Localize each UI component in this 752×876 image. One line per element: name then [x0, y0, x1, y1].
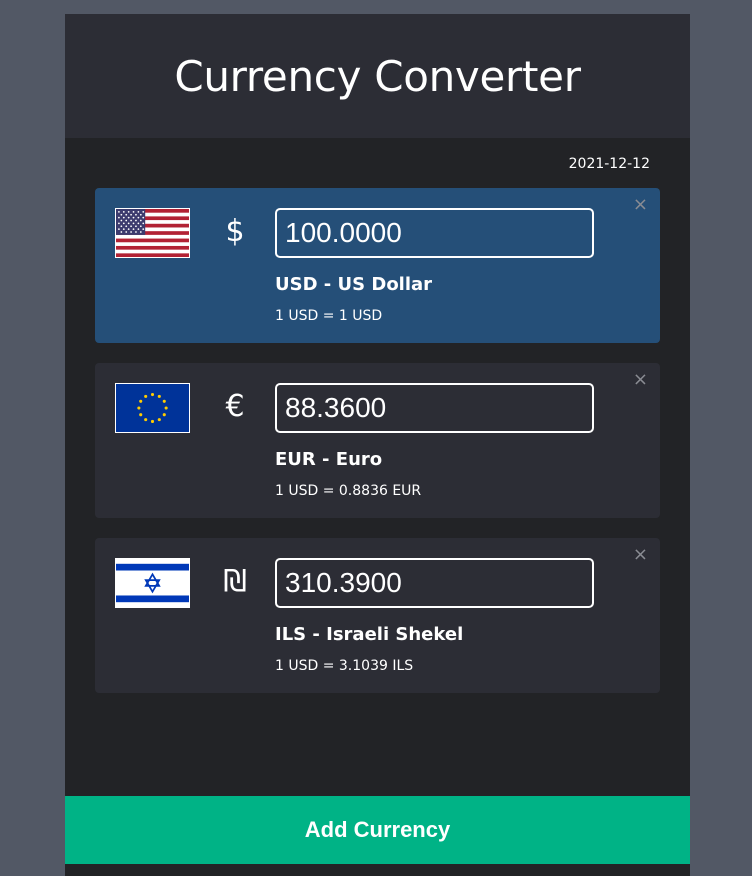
amount-input-ils[interactable] [275, 558, 594, 608]
page-title: Currency Converter [174, 51, 581, 101]
close-icon[interactable]: × [633, 196, 648, 214]
currency-symbol: € [225, 389, 245, 424]
amount-input-eur[interactable] [275, 383, 594, 433]
israel-flag-icon [115, 558, 190, 608]
exchange-rate: 1 USD = 0.8836 EUR [275, 483, 422, 499]
currency-name: EUR - Euro [275, 449, 383, 470]
exchange-rate: 1 USD = 1 USD [275, 308, 383, 324]
exchange-rate: 1 USD = 3.1039 ILS [275, 658, 414, 674]
currency-card-eur: € EUR - Euro 1 USD = 0.8836 EUR × [95, 363, 660, 518]
currency-card-ils: ₪ ILS - Israeli Shekel 1 USD = 3.1039 IL… [95, 538, 660, 693]
currency-card-usd: $ USD - US Dollar 1 USD = 1 USD × [95, 188, 660, 343]
currency-name: USD - US Dollar [275, 274, 433, 295]
currency-name: ILS - Israeli Shekel [275, 624, 464, 645]
close-icon[interactable]: × [633, 371, 648, 389]
add-currency-button[interactable]: Add Currency [65, 796, 690, 864]
us-flag-icon [115, 208, 190, 258]
rates-date: 2021-12-12 [568, 156, 650, 172]
amount-input-usd[interactable] [275, 208, 594, 258]
currency-symbol: $ [225, 214, 245, 249]
currency-symbol: ₪ [223, 564, 247, 599]
converter-app: Currency Converter 2021-12-12 $ 100.0000… [65, 14, 690, 876]
eu-flag-icon [115, 383, 190, 433]
app-header: Currency Converter [65, 14, 690, 138]
currency-list: $ USD - US Dollar 1 USD = 1 USD × [95, 188, 660, 713]
close-icon[interactable]: × [633, 546, 648, 564]
